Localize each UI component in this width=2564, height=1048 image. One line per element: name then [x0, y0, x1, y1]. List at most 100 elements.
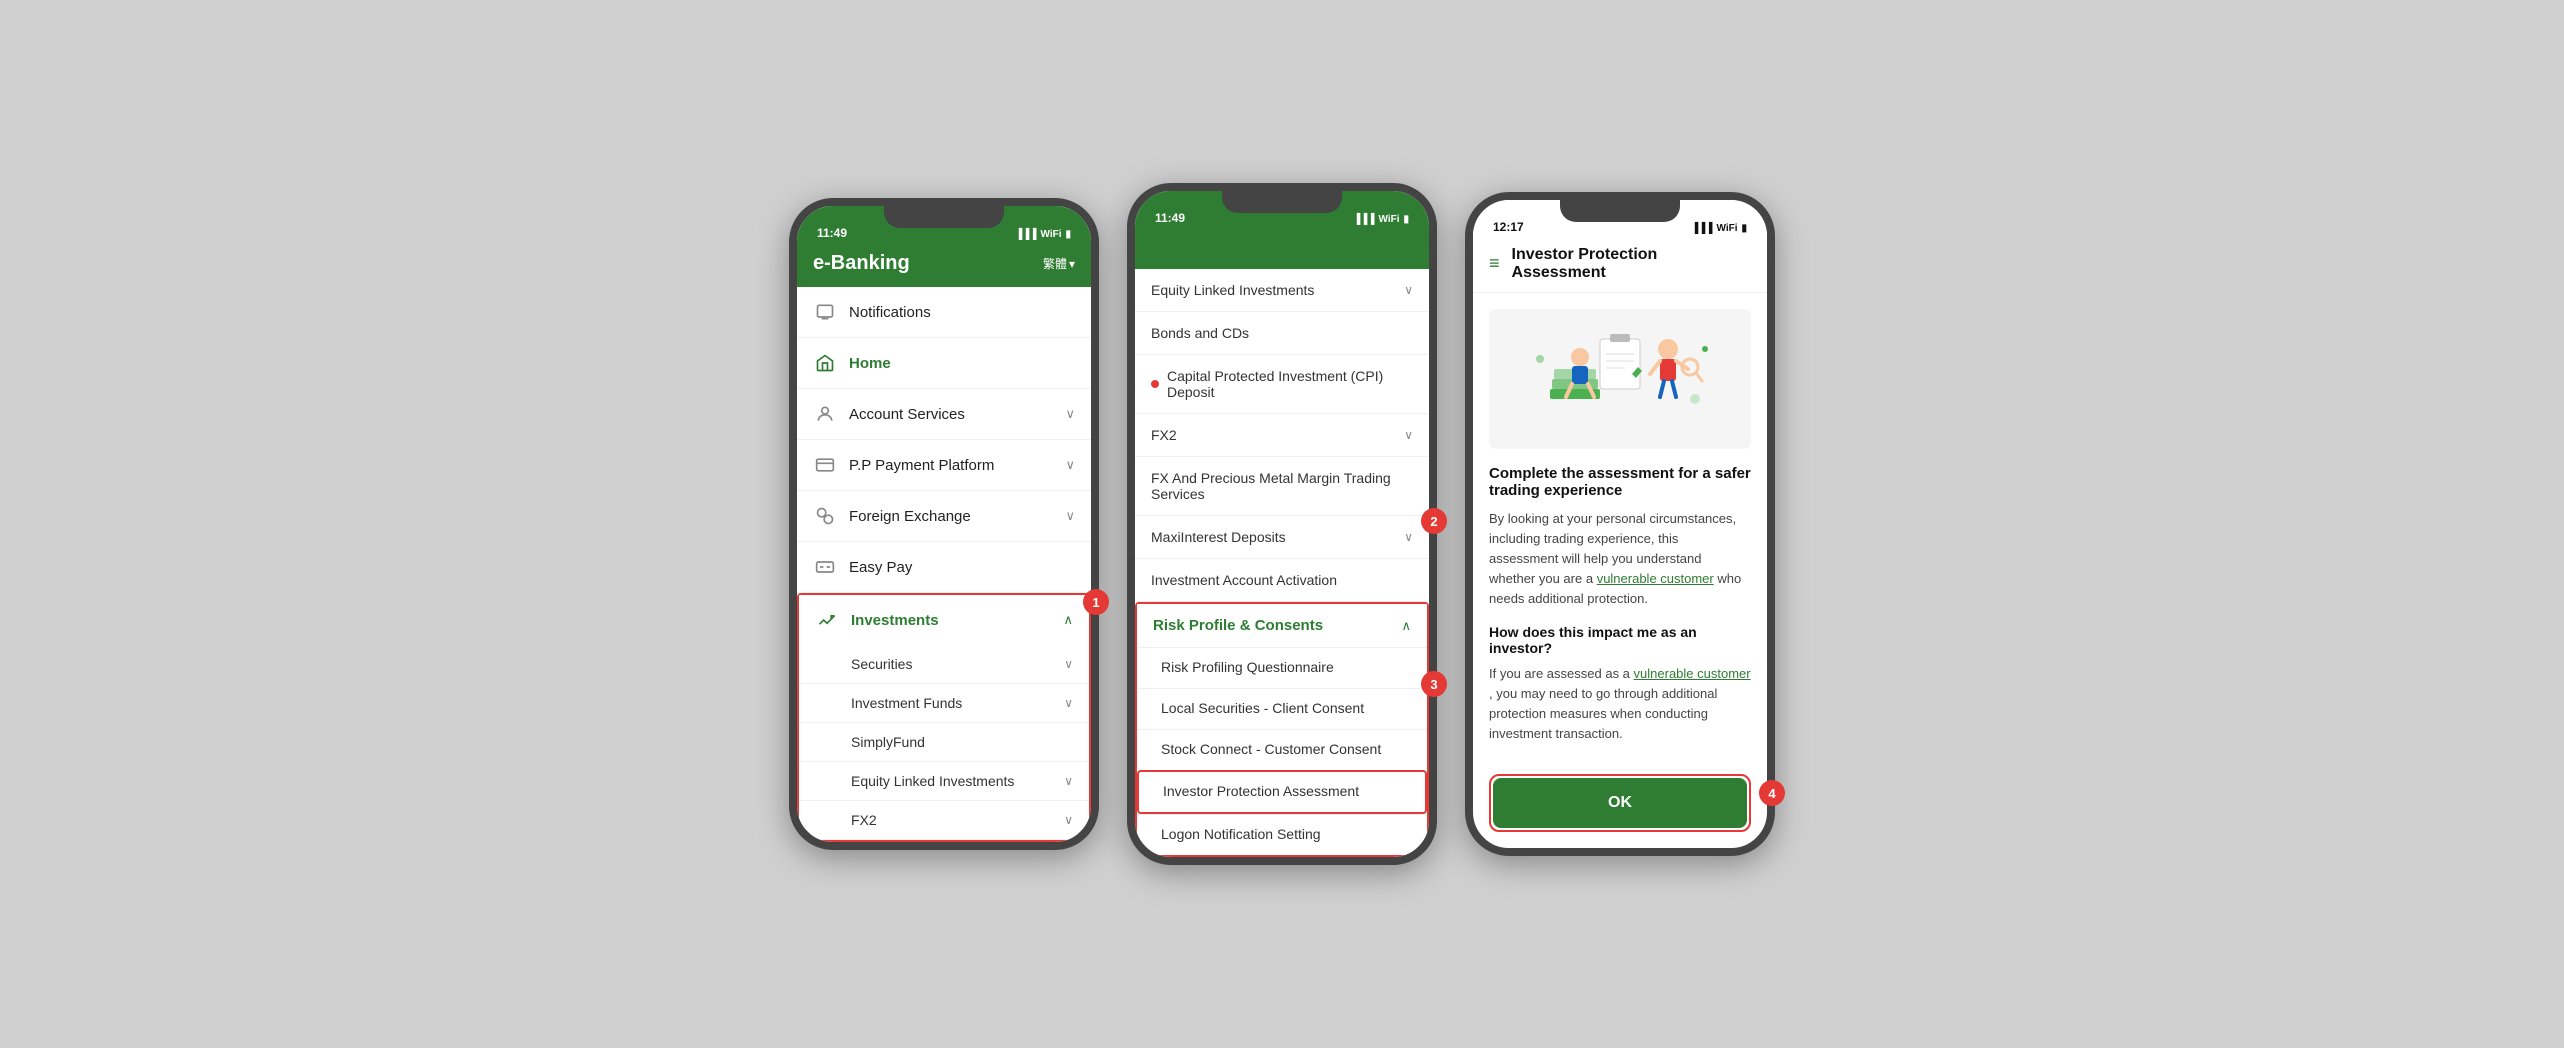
local-securities-label: Local Securities - Client Consent [1161, 700, 1364, 716]
wifi-icon-3: WiFi [1716, 223, 1737, 234]
risk-chevron: ∧ [1401, 618, 1411, 634]
notch3 [1560, 200, 1680, 222]
investments-header[interactable]: Investments ∧ [799, 595, 1089, 645]
screenshots-container: 11:49 ▐▐▐ WiFi ▮ e-Banking 繁體 ▾ [789, 183, 1775, 865]
menu-item-easy-pay[interactable]: Easy Pay [797, 542, 1091, 593]
p2-maxi-chevron: ∨ [1404, 530, 1413, 544]
sub-item-investment-funds[interactable]: Investment Funds ∨ [799, 684, 1089, 723]
ok-button[interactable]: OK [1493, 778, 1747, 828]
ebanking-header: e-Banking 繁體 ▾ [797, 244, 1091, 287]
p2-equity-label: Equity Linked Investments [1151, 282, 1404, 298]
menu-item-pp-payment[interactable]: P.P Payment Platform ∨ [797, 440, 1091, 491]
risk-sub-local-securities[interactable]: Local Securities - Client Consent [1137, 688, 1427, 729]
signal-icon-3: ▐▐▐ [1691, 223, 1712, 234]
menu-item-account-services[interactable]: Account Services ∨ [797, 389, 1091, 440]
risk-header[interactable]: Risk Profile & Consents ∧ [1137, 604, 1427, 647]
ok-button-wrap: OK [1473, 774, 1767, 848]
time-1: 11:49 [817, 226, 847, 240]
investments-section: Investments ∧ Securities ∨ Investment Fu… [797, 593, 1091, 842]
easy-pay-label: Easy Pay [849, 559, 1075, 576]
ipa-title: Investor Protection Assessment [1512, 246, 1751, 282]
p2-maxi-label: MaxiInterest Deposits [1151, 529, 1404, 545]
sub-item-equity-linked[interactable]: Equity Linked Investments ∨ [799, 762, 1089, 801]
p2-item-fx-precious[interactable]: FX And Precious Metal Margin Trading Ser… [1135, 457, 1429, 516]
battery-icon: ▮ [1065, 229, 1071, 240]
p2-cpi-dot [1151, 380, 1159, 388]
phone2-header [1135, 229, 1429, 269]
para2-before: If you are assessed as a [1489, 666, 1634, 681]
risk-label: Risk Profile & Consents [1153, 617, 1323, 634]
step-badge-2: 2 [1421, 508, 1447, 534]
menu-item-notifications[interactable]: Notifications [797, 287, 1091, 338]
vulnerable-link-1[interactable]: vulnerable customer [1597, 571, 1714, 586]
risk-sub-logon[interactable]: Logon Notification Setting [1137, 814, 1427, 855]
ok-button-border: OK [1489, 774, 1751, 832]
equity-linked-chevron: ∨ [1064, 774, 1073, 788]
notch2 [1222, 191, 1342, 213]
stock-connect-label: Stock Connect - Customer Consent [1161, 741, 1381, 757]
phone1-container: 11:49 ▐▐▐ WiFi ▮ e-Banking 繁體 ▾ [789, 198, 1099, 850]
lang-button[interactable]: 繁體 ▾ [1043, 255, 1075, 272]
lang-chevron: ▾ [1069, 257, 1075, 271]
ipa-heading1: Complete the assessment for a safer trad… [1489, 465, 1751, 499]
simplyfund-label: SimplyFund [851, 734, 925, 750]
equity-linked-label: Equity Linked Investments [851, 773, 1014, 789]
securities-label: Securities [851, 656, 912, 672]
fx2-label: FX2 [851, 812, 877, 828]
p2-item-bonds[interactable]: Bonds and CDs [1135, 312, 1429, 355]
p2-fxprecious-label: FX And Precious Metal Margin Trading Ser… [1151, 470, 1413, 502]
risk-sub-questionnaire[interactable]: Risk Profiling Questionnaire [1137, 647, 1427, 688]
status-icons-2: ▐▐▐ WiFi ▮ [1353, 214, 1409, 225]
home-icon [813, 351, 837, 375]
signal-icon-2: ▐▐▐ [1353, 214, 1374, 225]
notifications-icon [813, 300, 837, 324]
ipa-label: Investor Protection Assessment [1163, 783, 1359, 799]
forex-label: Foreign Exchange [849, 508, 1065, 525]
p2-equity-chevron: ∨ [1404, 283, 1413, 297]
p2-cpi-label: Capital Protected Investment (CPI) Depos… [1167, 368, 1413, 400]
phone1: 11:49 ▐▐▐ WiFi ▮ e-Banking 繁體 ▾ [789, 198, 1099, 850]
account-chevron: ∨ [1065, 406, 1075, 422]
p2-bonds-label: Bonds and CDs [1151, 325, 1413, 341]
sub-item-securities[interactable]: Securities ∨ [799, 645, 1089, 684]
p2-item-activation[interactable]: Investment Account Activation [1135, 559, 1429, 602]
time-3: 12:17 [1493, 220, 1524, 234]
phone3-container: 12:17 ▐▐▐ WiFi ▮ ≡ Investor Protection A… [1465, 192, 1775, 856]
p2-fx2-chevron: ∨ [1404, 428, 1413, 442]
payment-icon [813, 453, 837, 477]
step-badge-1: 1 [1083, 589, 1109, 615]
p2-item-cpi[interactable]: Capital Protected Investment (CPI) Depos… [1135, 355, 1429, 414]
risk-sub-stock-connect[interactable]: Stock Connect - Customer Consent [1137, 729, 1427, 770]
phone2: 11:49 ▐▐▐ WiFi ▮ Equity Linked Investmen… [1127, 183, 1437, 865]
para2-after: , you may need to go through additional … [1489, 686, 1717, 741]
ipa-heading2: How does this impact me as an investor? [1489, 624, 1751, 656]
securities-chevron: ∨ [1064, 657, 1073, 671]
signal-icon: ▐▐▐ [1015, 229, 1036, 240]
step-badge-4: 4 [1759, 780, 1785, 806]
ipa-content: Complete the assessment for a safer trad… [1473, 293, 1767, 774]
ipa-illustration [1489, 309, 1751, 449]
p2-item-fx2[interactable]: FX2 ∨ [1135, 414, 1429, 457]
p2-item-maxi[interactable]: MaxiInterest Deposits ∨ [1135, 516, 1429, 559]
battery-icon-3: ▮ [1741, 223, 1747, 234]
forex-chevron: ∨ [1065, 508, 1075, 524]
wifi-icon-2: WiFi [1378, 214, 1399, 225]
risk-sub-ipa[interactable]: Investor Protection Assessment [1137, 770, 1427, 814]
phone3: 12:17 ▐▐▐ WiFi ▮ ≡ Investor Protection A… [1465, 192, 1775, 856]
fx2-chevron: ∨ [1064, 813, 1073, 827]
main-menu: Notifications Home [797, 287, 1091, 593]
ipa-para2: If you are assessed as a vulnerable cust… [1489, 664, 1751, 745]
sub-item-simplyfund[interactable]: SimplyFund [799, 723, 1089, 762]
investment-list: Equity Linked Investments ∨ Bonds and CD… [1135, 269, 1429, 602]
ok-label: OK [1608, 794, 1632, 812]
menu-item-home[interactable]: Home [797, 338, 1091, 389]
notch1 [884, 206, 1004, 228]
status-icons-3: ▐▐▐ WiFi ▮ [1691, 223, 1747, 234]
hamburger-icon[interactable]: ≡ [1489, 253, 1500, 274]
sub-item-fx2[interactable]: FX2 ∨ [799, 801, 1089, 840]
menu-item-forex[interactable]: Foreign Exchange ∨ [797, 491, 1091, 542]
vulnerable-link-2[interactable]: vulnerable customer [1634, 666, 1751, 681]
wifi-icon: WiFi [1040, 229, 1061, 240]
p2-item-equity[interactable]: Equity Linked Investments ∨ [1135, 269, 1429, 312]
easypay-icon [813, 555, 837, 579]
